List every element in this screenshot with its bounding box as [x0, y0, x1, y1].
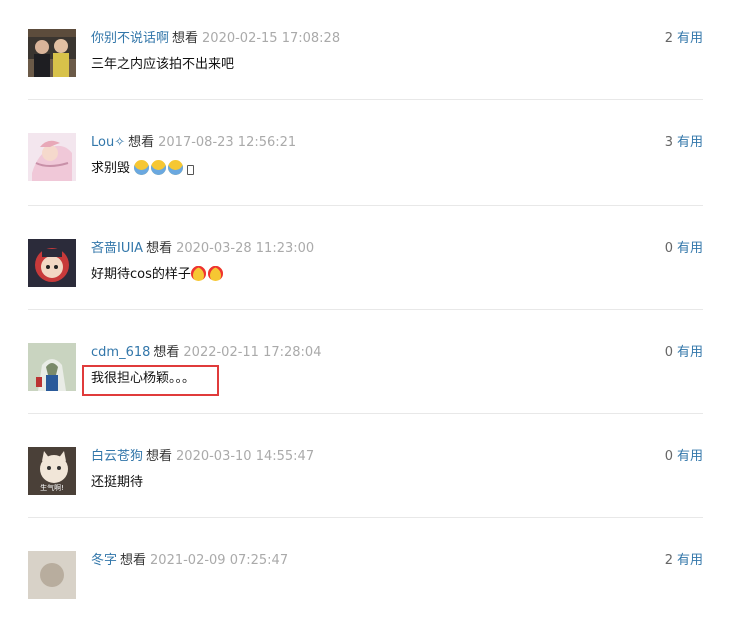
scream-emoji-icon [168, 160, 184, 175]
comment-item: 你别不说话啊 想看 2020-02-15 17:08:28 2 有用 三年之内应该拍不… [0, 0, 741, 104]
comment-item: 冬字 想看 2021-02-09 07:25:47 2 有用 [0, 522, 741, 626]
scream-emoji-icon [151, 160, 167, 175]
watch-status: 想看 [172, 31, 199, 46]
vote-label[interactable]: 有用 [677, 553, 703, 568]
watch-status: 想看 [120, 553, 147, 568]
username-link[interactable]: 你别不说话啊 [91, 31, 169, 46]
divider [28, 205, 703, 206]
avatar[interactable] [28, 29, 76, 77]
username-link[interactable]: 白云苍狗 [91, 449, 143, 464]
divider [28, 413, 703, 414]
divider [28, 99, 703, 100]
comment-meta: 白云苍狗 想看 2020-03-10 14:55:47 [91, 448, 314, 466]
vote-count: 3 [664, 135, 673, 150]
vote-useful-button[interactable]: 2 有用 [665, 552, 703, 570]
vote-label[interactable]: 有用 [677, 241, 703, 256]
heart-eyes-emoji-icon [190, 266, 206, 281]
username-link[interactable]: 冬字 [91, 553, 117, 568]
avatar[interactable] [28, 551, 76, 599]
comment-meta: 冬字 想看 2021-02-09 07:25:47 [91, 552, 288, 570]
comment-text: 好期待cos的样子 [91, 265, 225, 285]
vote-count: 0 [664, 241, 673, 256]
vote-useful-button[interactable]: 0 有用 [665, 448, 703, 466]
comment-meta: cdm_618 想看 2022-02-11 17:28:04 [91, 344, 321, 362]
avatar[interactable] [28, 239, 76, 287]
avatar[interactable] [28, 133, 76, 181]
comment-time: 2021-02-09 07:25:47 [150, 553, 289, 568]
comment-meta: Lou✧ 想看 2017-08-23 12:56:21 [91, 134, 296, 152]
vote-useful-button[interactable]: 2 有用 [665, 30, 703, 48]
vote-label[interactable]: 有用 [677, 31, 703, 46]
vote-count: 2 [664, 31, 673, 46]
comment-item: 生气啊! 白云苍狗 想看 2020-03-10 14:55:47 0 有用 还挺期待 [0, 418, 741, 522]
heart-eyes-emoji-icon [207, 266, 223, 281]
vote-label[interactable]: 有用 [677, 345, 703, 360]
avatar[interactable] [28, 343, 76, 391]
comment-time: 2020-03-28 11:23:00 [176, 241, 315, 256]
vote-label[interactable]: 有用 [677, 449, 703, 464]
vote-useful-button[interactable]: 0 有用 [665, 344, 703, 362]
comment-text: 三年之内应该拍不出来吧 [91, 57, 235, 72]
divider [28, 309, 703, 310]
watch-status: 想看 [153, 345, 180, 360]
vote-label[interactable]: 有用 [677, 135, 703, 150]
comment-time: 2017-08-23 12:56:21 [158, 135, 297, 150]
highlight-annotation-box [82, 365, 219, 396]
username-link[interactable]: cdm_618 [91, 345, 150, 360]
svg-text:生气啊!: 生气啊! [40, 483, 64, 492]
username-link[interactable]: Lou✧ [91, 135, 125, 150]
vote-count: 0 [664, 345, 673, 360]
comment-item: 吝啬IUIA 想看 2020-03-28 11:23:00 0 有用 好期待cos的样… [0, 210, 741, 314]
comment-item: Lou✧ 想看 2017-08-23 12:56:21 3 有用 求别毁 [0, 104, 741, 208]
scream-emoji-icon [134, 160, 150, 175]
comment-time: 2020-02-15 17:08:28 [202, 31, 341, 46]
watch-status: 想看 [146, 449, 173, 464]
vote-useful-button[interactable]: 0 有用 [665, 240, 703, 258]
vote-count: 2 [664, 553, 673, 568]
mobile-phone-icon [187, 165, 195, 175]
watch-status: 想看 [146, 241, 173, 256]
username-link[interactable]: 吝啬IUIA [91, 241, 143, 256]
comment-meta: 吝啬IUIA 想看 2020-03-28 11:23:00 [91, 240, 314, 258]
comment-meta: 你别不说话啊 想看 2020-02-15 17:08:28 [91, 30, 340, 48]
comment-text: 还挺期待 [91, 475, 144, 490]
comment-text: 求别毁 [91, 159, 195, 179]
comment-time: 2020-03-10 14:55:47 [176, 449, 315, 464]
divider [28, 517, 703, 518]
avatar[interactable]: 生气啊! [28, 447, 76, 495]
vote-count: 0 [664, 449, 673, 464]
watch-status: 想看 [128, 135, 155, 150]
vote-useful-button[interactable]: 3 有用 [665, 134, 703, 152]
comment-time: 2022-02-11 17:28:04 [183, 345, 322, 360]
